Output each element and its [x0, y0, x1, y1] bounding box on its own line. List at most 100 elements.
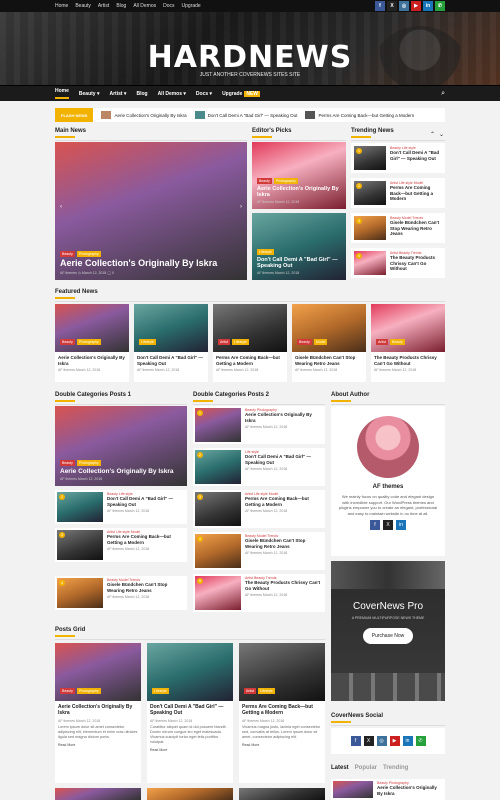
facebook-icon[interactable]: f [375, 1, 385, 11]
category-tag[interactable]: Model [313, 339, 328, 345]
trending-item[interactable]: 4 Artist Beauty Trends The Beauty Product… [351, 248, 445, 278]
youtube-icon[interactable]: ▶ [389, 736, 400, 746]
category-tag[interactable]: Lifestyle [257, 688, 275, 694]
editors-pick-card[interactable]: Beauty Photography Aerie Collection's Ori… [252, 142, 346, 209]
editors-pick-title[interactable]: Aerie Collection's Originally By Iskra [257, 186, 341, 198]
x-icon[interactable]: X [363, 736, 374, 746]
grid-post-title[interactable]: Aerie Collection's Originally By Iskra [58, 704, 138, 717]
nav-home[interactable]: Home [55, 88, 69, 99]
chevron-up-icon[interactable]: ⌃ [430, 131, 435, 138]
top-link-home[interactable]: Home [55, 3, 68, 9]
main-news-headline[interactable]: Aerie Collection's Originally By Iskra [60, 258, 242, 269]
x-icon[interactable]: X [387, 1, 397, 11]
top-link-docs[interactable]: Docs [163, 3, 174, 9]
trending-item[interactable]: 3 Beauty Model Trends Gisele Bündchen Can… [351, 213, 445, 243]
double2-item[interactable]: 4 Beauty Model Trends Gisele Bündchen Can… [193, 532, 325, 570]
instagram-icon[interactable]: ◎ [399, 1, 409, 11]
flash-item[interactable]: Aerie Collection's Originally By Iskra [101, 111, 187, 119]
category-tag[interactable]: Lifestyle [152, 688, 169, 694]
facebook-icon[interactable]: f [350, 736, 361, 746]
post-title[interactable]: Aerie Collection's Originally By Iskra [245, 412, 323, 423]
post-title[interactable]: Gisele Bündchen Can't Stop Wearing Retro… [107, 582, 185, 593]
grid-post-title[interactable]: Perms Are Coming Back—but Getting a Mode… [242, 704, 322, 717]
nav-all-demos[interactable]: All Demos ▾ [158, 91, 186, 97]
next-arrow-icon[interactable]: › [240, 204, 242, 210]
covernews-pro-ad[interactable]: CoverNews Pro A PREMIUM MULTIPURPOSE NEW… [331, 561, 445, 701]
double1-item[interactable]: 2 Beauty Life style Don't Call Demi A "Ba… [55, 490, 187, 524]
category-tag[interactable]: Photography [273, 177, 298, 184]
category-tag[interactable]: Beauty [60, 459, 75, 466]
top-link-artist[interactable]: Artist [98, 3, 109, 9]
top-link-beauty[interactable]: Beauty [75, 3, 91, 9]
category-tag[interactable]: Beauty [60, 251, 75, 258]
category-tag[interactable]: Beauty [60, 339, 75, 345]
site-logo[interactable]: HARDNEWS [0, 40, 500, 75]
tab-post-item[interactable]: Beauty Photography Aerie Collection's Ori… [331, 779, 445, 800]
double1-lead-title[interactable]: Aerie Collection's Originally By Iskra [60, 468, 182, 475]
featured-card[interactable]: Beauty Model Gisele Bündchen Can't Stop W… [292, 304, 366, 382]
linkedin-icon[interactable]: in [402, 736, 413, 746]
category-tag[interactable]: Artist [376, 339, 388, 345]
grid-post-card[interactable]: Artist Lifestyle Perms Are Coming Back—bu… [239, 643, 325, 783]
double1-item[interactable]: 3 Artist Life style Model Perms Are Comin… [55, 528, 187, 562]
post-title[interactable]: Perms Are Coming Back—but Getting a Mode… [107, 534, 185, 545]
flash-item[interactable]: Perms Are Coming Back—but Getting a Mode… [305, 111, 414, 119]
double2-item[interactable]: 5 Artist Beauty Trends The Beauty Product… [193, 574, 325, 612]
linkedin-icon[interactable]: in [396, 520, 406, 531]
main-news-feature[interactable]: Beauty Photography Aerie Collection's Ori… [55, 142, 247, 280]
featured-title[interactable]: Perms Are Coming Back—but Getting a Mode… [216, 355, 284, 366]
double2-item[interactable]: 1 Beauty Photography Aerie Collection's O… [193, 406, 325, 444]
trending-title[interactable]: The Beauty Products Chrissy Can't Go Wit… [390, 255, 442, 272]
instagram-icon[interactable]: ◎ [376, 736, 387, 746]
category-tag[interactable]: Beauty [389, 339, 405, 345]
post-title[interactable]: Don't Call Demi A "Bad Girl" — Speaking … [107, 496, 185, 507]
post-title[interactable]: Aerie Collection's Originally By Iskra [377, 785, 443, 796]
category-tag[interactable]: Beauty [60, 688, 75, 694]
grid-post-title[interactable]: Don't Call Demi A "Bad Girl" — Speaking … [150, 704, 230, 717]
editors-pick-card[interactable]: Lifestyle Don't Call Demi A "Bad Girl" —… [252, 213, 346, 280]
nav-artist[interactable]: Artist ▾ [109, 91, 126, 97]
category-tag[interactable]: Beauty [257, 177, 272, 184]
nav-blog[interactable]: Blog [136, 91, 147, 97]
trending-title[interactable]: Gisele Bündchen Can't Stop Wearing Retro… [390, 220, 442, 237]
post-title[interactable]: The Beauty Products Chrissy Can't Go Wit… [245, 580, 323, 591]
search-icon[interactable]: ⌕ [441, 90, 445, 98]
category-tag[interactable]: Lifestyle [257, 248, 274, 255]
whatsapp-icon[interactable]: ✆ [435, 1, 445, 11]
post-title[interactable]: Don't Call Demi A "Bad Girl" — Speaking … [245, 454, 323, 465]
featured-card[interactable]: Lifestyle Don't Call Demi A "Bad Girl" —… [134, 304, 208, 382]
featured-title[interactable]: Gisele Bündchen Can't Stop Wearing Retro… [295, 355, 363, 366]
category-tag[interactable]: Photography [76, 339, 101, 345]
facebook-icon[interactable]: f [370, 520, 380, 531]
double2-item[interactable]: 3 Artist Life style Model Perms Are Comin… [193, 490, 325, 528]
featured-title[interactable]: Aerie Collection's Originally By Iskra [58, 355, 126, 366]
trending-title[interactable]: Perms Are Coming Back—but Getting a Mode… [390, 185, 442, 202]
read-more-link[interactable]: Read More [58, 743, 138, 747]
top-link-upgrade[interactable]: Upgrade [182, 3, 201, 9]
featured-title[interactable]: The Beauty Products Chrissy Can't Go Wit… [374, 355, 442, 366]
category-tag[interactable]: Artist [218, 339, 230, 345]
trending-item[interactable]: 2 Artist Life style Model Perms Are Comin… [351, 178, 445, 208]
flash-item[interactable]: Don't Call Demi A "Bad Girl" — Speaking … [194, 111, 297, 119]
trending-title[interactable]: Don't Call Demi A "Bad Girl" — Speaking … [390, 150, 442, 161]
tab-popular[interactable]: Popular [355, 765, 377, 771]
featured-card[interactable]: Artist Lifestyle Perms Are Coming Back—bu… [213, 304, 287, 382]
double2-item[interactable]: 2 Life style Don't Call Demi A "Bad Girl"… [193, 448, 325, 486]
double1-item[interactable]: 4 Beauty Model Trends Gisele Bündchen Can… [55, 576, 187, 610]
chevron-down-icon[interactable]: ⌄ [439, 131, 444, 138]
category-tag[interactable]: Photography [76, 459, 101, 466]
purchase-now-button[interactable]: Purchase Now [362, 628, 414, 644]
grid-post-card[interactable]: Beauty Photography Aerie Collection's Ori… [55, 643, 141, 783]
read-more-link[interactable]: Read More [150, 748, 230, 752]
featured-title[interactable]: Don't Call Demi A "Bad Girl" — Speaking … [137, 355, 205, 366]
category-tag[interactable]: Photography [76, 688, 101, 694]
category-tag[interactable]: Lifestyle [139, 339, 156, 345]
youtube-icon[interactable]: ▶ [411, 1, 421, 11]
featured-card[interactable]: Beauty Photography Aerie Collection's Ori… [55, 304, 129, 382]
prev-arrow-icon[interactable]: ‹ [60, 204, 62, 210]
top-link-all-demos[interactable]: All Demos [133, 3, 156, 9]
double1-lead[interactable]: Beauty Photography Aerie Collection's Ori… [55, 406, 187, 486]
linkedin-icon[interactable]: in [423, 1, 433, 11]
whatsapp-icon[interactable]: ✆ [415, 736, 426, 746]
read-more-link[interactable]: Read More [242, 743, 322, 747]
